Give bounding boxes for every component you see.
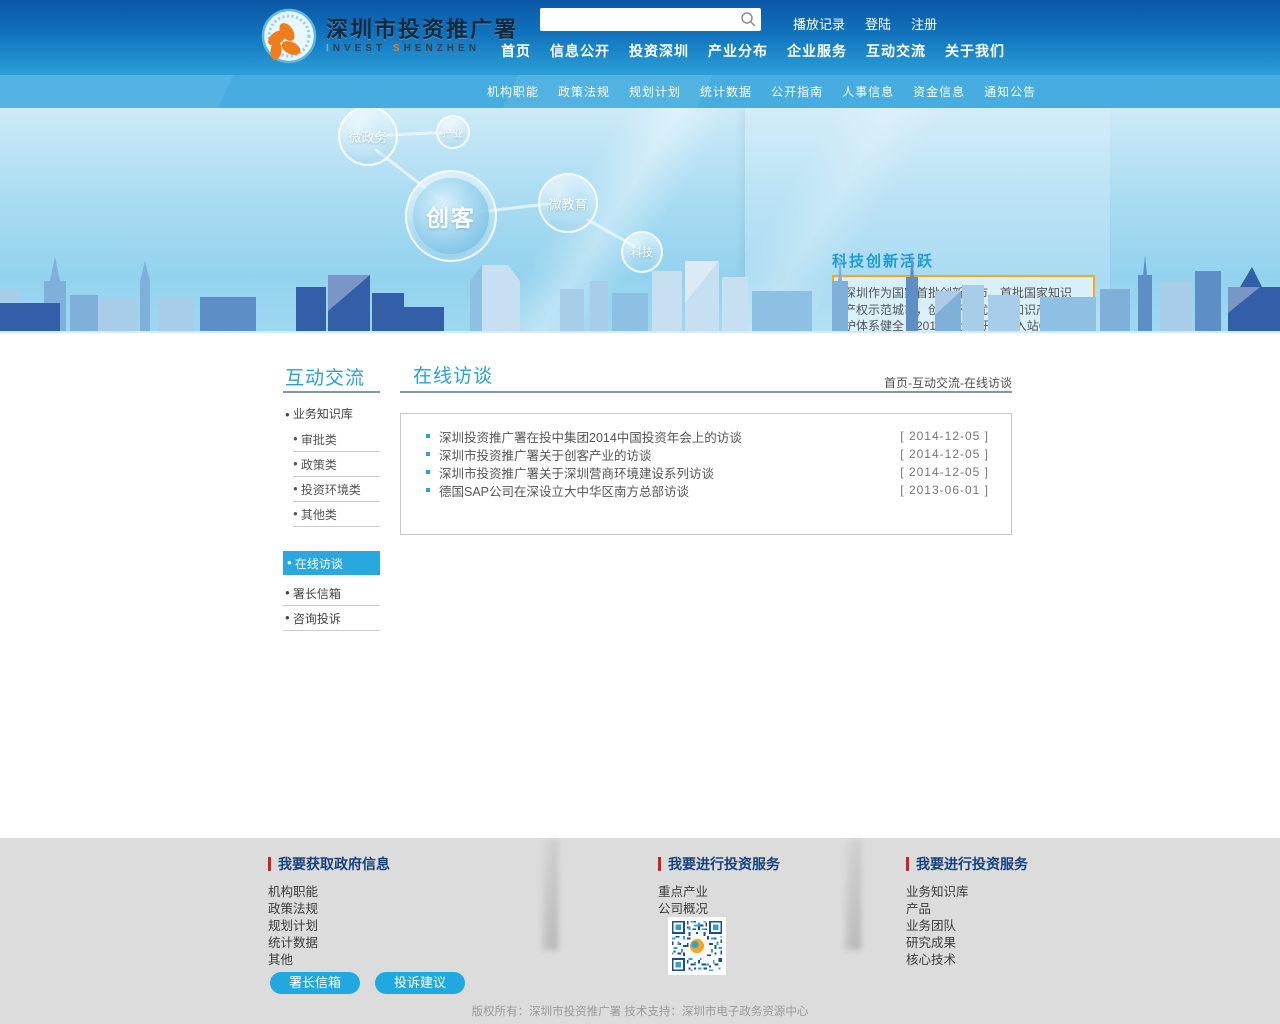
- bubble-micro-gov[interactable]: 微政务: [338, 108, 398, 166]
- breadcrumb[interactable]: 首页-互动交流-在线访谈: [884, 374, 1012, 391]
- sidebar-item-consult-complaint[interactable]: ●咨询投诉: [283, 606, 380, 631]
- nav-invest-shenzhen[interactable]: 投资深圳: [629, 41, 689, 61]
- footer-link-business-team[interactable]: 业务团队: [906, 918, 1028, 935]
- search-icon[interactable]: [740, 11, 757, 28]
- bullet-icon: ●: [293, 434, 298, 443]
- interview-list: 深圳投资推广署在投中集团2014中国投资年会上的访谈[ 2014-12-05 ]…: [400, 413, 1012, 535]
- list-item[interactable]: 深圳市投资推广署关于创客产业的访谈[ 2014-12-05 ]: [401, 445, 1011, 463]
- bubble-micro-edu[interactable]: 微教育: [538, 173, 598, 233]
- nav-about-us[interactable]: 关于我们: [945, 41, 1005, 61]
- footer-heading: 我要进行投资服务: [906, 854, 1028, 874]
- list-item[interactable]: 德国SAP公司在深设立大中华区南方总部访谈[ 2013-06-01 ]: [401, 481, 1011, 499]
- footer-link-core-tech[interactable]: 核心技术: [906, 952, 1028, 969]
- nav-interaction[interactable]: 互动交流: [866, 41, 926, 61]
- bullet-icon: ●: [285, 410, 290, 419]
- sidebar: 互动交流 ●业务知识库 ●审批类 ●政策类 ●投资环境类 ●其他类 ●在线访谈 …: [283, 333, 380, 838]
- square-bullet-icon: [426, 434, 430, 438]
- sidebar-item-director-mailbox[interactable]: ●署长信箱: [283, 581, 380, 606]
- main-title-rule: [400, 391, 1012, 393]
- bullet-icon: ●: [285, 588, 290, 597]
- footer-link-company-profile[interactable]: 公司概况: [658, 901, 780, 918]
- footer-link-key-industries[interactable]: 重点产业: [658, 884, 780, 901]
- search-box: [540, 8, 761, 31]
- play-history-link[interactable]: 播放记录: [793, 14, 845, 33]
- bullet-icon: ●: [287, 558, 292, 567]
- square-bullet-icon: [426, 452, 430, 456]
- bullet-icon: ●: [285, 613, 290, 622]
- search-input[interactable]: [540, 10, 740, 29]
- divider-shadow: [845, 838, 861, 950]
- red-bar-icon: [268, 857, 271, 871]
- footer: 我要获取政府信息 机构职能 政策法规 规划计划 统计数据 其他 署长信箱 投诉建…: [0, 838, 1280, 1024]
- red-bar-icon: [658, 857, 661, 871]
- bullet-icon: ●: [293, 509, 298, 518]
- nav-industry-distribution[interactable]: 产业分布: [708, 41, 768, 61]
- sub-nav-items: 机构职能 政策法规 规划计划 统计数据 公开指南 人事信息 资金信息 通知公告: [487, 75, 1036, 108]
- subnav-functions[interactable]: 机构职能: [487, 83, 539, 100]
- director-mailbox-button[interactable]: 署长信箱: [270, 972, 360, 994]
- square-bullet-icon: [426, 470, 430, 474]
- nav-home[interactable]: 首页: [501, 41, 531, 61]
- sidebar-subitem-approval[interactable]: ●审批类: [293, 427, 380, 452]
- bullet-icon: ●: [293, 484, 298, 493]
- subnav-statistics[interactable]: 统计数据: [700, 83, 752, 100]
- user-links: 播放记录 登陆 注册: [793, 14, 937, 33]
- register-link[interactable]: 注册: [911, 14, 937, 33]
- footer-heading: 我要获取政府信息: [268, 854, 390, 874]
- sidebar-subitem-policy[interactable]: ●政策类: [293, 452, 380, 477]
- footer-buttons: 署长信箱 投诉建议: [270, 972, 465, 994]
- footer-link-research-results[interactable]: 研究成果: [906, 935, 1028, 952]
- sidebar-title: 互动交流: [285, 363, 365, 390]
- divider-shadow: [542, 838, 558, 950]
- complaint-suggestion-button[interactable]: 投诉建议: [375, 972, 465, 994]
- logo-text: 深圳市投资推广署 INVEST SHENZHEN: [326, 18, 518, 56]
- footer-link-statistics[interactable]: 统计数据: [268, 935, 390, 952]
- footer-link-policies[interactable]: 政策法规: [268, 901, 390, 918]
- qr-code: [668, 917, 726, 975]
- subnav-guide[interactable]: 公开指南: [771, 83, 823, 100]
- footer-link-others[interactable]: 其他: [268, 952, 390, 969]
- hero-banner: 微政务 产业 创客 微教育 科技 科技创新活跃 深圳作为国家首批创新城市、首批国…: [0, 108, 1280, 333]
- footer-col-invest-services-1: 我要进行投资服务 重点产业 公司概况: [658, 854, 780, 918]
- footer-link-products[interactable]: 产品: [906, 901, 1028, 918]
- subnav-policies[interactable]: 政策法规: [558, 83, 610, 100]
- subnav-personnel[interactable]: 人事信息: [842, 83, 894, 100]
- nav-info-disclosure[interactable]: 信息公开: [550, 41, 610, 61]
- footer-link-knowledge-base[interactable]: 业务知识库: [906, 884, 1028, 901]
- footer-col-government-info: 我要获取政府信息 机构职能 政策法规 规划计划 统计数据 其他: [268, 854, 390, 969]
- sidebar-item-online-interview-active[interactable]: ●在线访谈: [283, 551, 380, 575]
- page-title: 在线访谈: [413, 361, 493, 388]
- bubble-industry[interactable]: 产业: [436, 115, 470, 149]
- red-bar-icon: [906, 857, 909, 871]
- subnav-funds[interactable]: 资金信息: [913, 83, 965, 100]
- logo-emblem-icon: [260, 8, 318, 66]
- sidebar-title-rule: [283, 391, 380, 393]
- list-item[interactable]: 深圳投资推广署在投中集团2014中国投资年会上的访谈[ 2014-12-05 ]: [401, 427, 1011, 445]
- login-link[interactable]: 登陆: [865, 14, 891, 33]
- square-bullet-icon: [426, 488, 430, 492]
- site-subtitle: INVEST SHENZHEN: [326, 42, 518, 56]
- sidebar-item-knowledge-base[interactable]: ●业务知识库: [285, 405, 353, 422]
- copyright-text: 版权所有：深圳市投资推广署 技术支持：深圳市电子政务资源中心: [0, 1003, 1280, 1019]
- page: 深圳市投资推广署 INVEST SHENZHEN 播放记录 登陆 注册 首页 信…: [0, 0, 1280, 1024]
- site-title: 深圳市投资推广署: [326, 18, 518, 42]
- footer-link-plans[interactable]: 规划计划: [268, 918, 390, 935]
- bubble-maker[interactable]: 创客: [405, 170, 497, 262]
- footer-heading: 我要进行投资服务: [658, 854, 780, 874]
- subnav-plans[interactable]: 规划计划: [629, 83, 681, 100]
- sidebar-subitem-others[interactable]: ●其他类: [293, 502, 380, 527]
- header-bar: 深圳市投资推广署 INVEST SHENZHEN 播放记录 登陆 注册 首页 信…: [0, 0, 1280, 75]
- sidebar-subitem-invest-env[interactable]: ●投资环境类: [293, 477, 380, 502]
- sub-nav: 机构职能 政策法规 规划计划 统计数据 公开指南 人事信息 资金信息 通知公告: [0, 75, 1280, 108]
- site-logo[interactable]: 深圳市投资推广署 INVEST SHENZHEN: [260, 8, 518, 66]
- nav-enterprise-services[interactable]: 企业服务: [787, 41, 847, 61]
- footer-link-functions[interactable]: 机构职能: [268, 884, 390, 901]
- footer-col-invest-services-2: 我要进行投资服务 业务知识库 产品 业务团队 研究成果 核心技术: [906, 854, 1028, 969]
- city-skyline: [0, 251, 1280, 333]
- content-area: 互动交流 ●业务知识库 ●审批类 ●政策类 ●投资环境类 ●其他类 ●在线访谈 …: [0, 333, 1280, 838]
- bullet-icon: ●: [293, 459, 298, 468]
- main-nav: 首页 信息公开 投资深圳 产业分布 企业服务 互动交流 关于我们: [501, 41, 1005, 61]
- subnav-notices[interactable]: 通知公告: [984, 83, 1036, 100]
- list-item[interactable]: 深圳市投资推广署关于深圳营商环境建设系列访谈[ 2014-12-05 ]: [401, 463, 1011, 481]
